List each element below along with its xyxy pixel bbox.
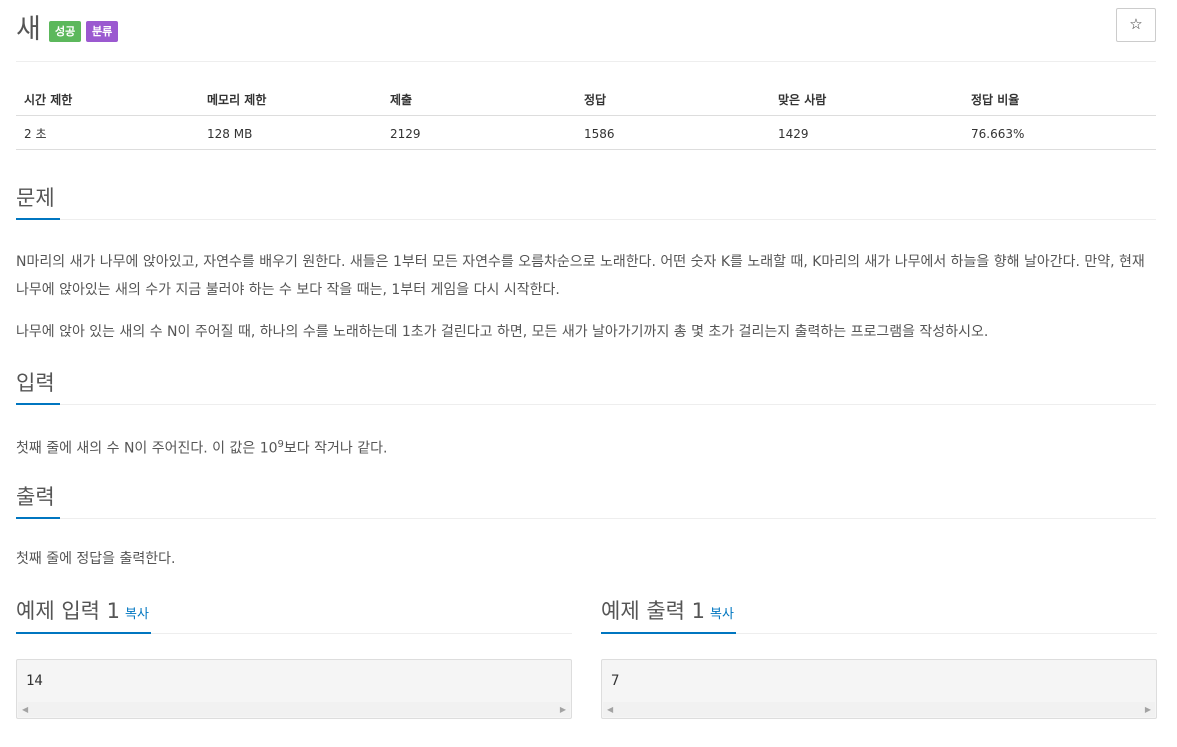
problem-title: 새 [16,14,42,45]
description-heading: 문제 [16,184,1156,220]
description-title: 문제 [16,184,60,220]
favorite-button[interactable]: ☆ [1116,8,1156,42]
output-heading: 출력 [16,483,1156,519]
memory-limit-value: 128 MB [207,127,253,141]
time-limit-value: 2 초 [24,127,47,141]
header-memory-limit: 메모리 제한 [207,93,267,107]
solved-users-value: 1429 [778,127,809,141]
table-row: 2 초 128 MB 2129 1586 1429 76.663% [16,116,1156,150]
accepted-value: 1586 [584,127,615,141]
problem-header: 새 성공 분류 ☆ [16,0,1156,62]
star-icon: ☆ [1129,15,1143,33]
sample-output-title: 예제 출력 1 [601,599,705,623]
input-text: 첫째 줄에 새의 수 N이 주어진다. 이 값은 10 [16,440,278,457]
description-paragraph: 나무에 앉아 있는 새의 수 N이 주어질 때, 하나의 수를 노래하는데 1초… [16,324,989,340]
header-solved-users: 맞은 사람 [778,93,827,107]
header-accepted: 정답 [584,93,607,107]
success-badge[interactable]: 성공 [49,21,82,42]
sample-output-heading: 예제 출력 1 복사 [601,595,1157,634]
table-header-row: 시간 제한 메모리 제한 제출 정답 맞은 사람 정답 비율 [16,84,1156,116]
sample-input-box[interactable]: 14 ◀ ▶ [16,659,572,719]
input-title: 입력 [16,369,60,405]
header-time-limit: 시간 제한 [24,93,73,107]
scroll-right-arrow-icon[interactable]: ▶ [560,705,566,714]
problem-info-table: 시간 제한 메모리 제한 제출 정답 맞은 사람 정답 비율 2 초 128 M… [16,84,1156,150]
horizontal-scrollbar[interactable]: ◀ ▶ [18,702,570,717]
description-paragraph: N마리의 새가 나무에 앉아있고, 자연수를 배우기 원한다. 새들은 1부터 … [16,254,1145,298]
sample-input-heading: 예제 입력 1 복사 [16,595,572,634]
header-accept-ratio: 정답 비율 [971,93,1020,107]
sample-input-panel: 예제 입력 1 복사 14 ◀ ▶ [16,595,572,719]
scroll-left-arrow-icon[interactable]: ◀ [22,705,28,714]
input-heading: 입력 [16,369,1156,405]
sample-output-content: 7 [611,673,620,689]
sample-input-content: 14 [26,673,43,689]
copy-sample-output-button[interactable]: 복사 [710,607,734,622]
header-submissions: 제출 [390,93,413,107]
output-description: 첫째 줄에 정답을 출력한다. [16,551,176,567]
scroll-left-arrow-icon[interactable]: ◀ [607,705,613,714]
horizontal-scrollbar[interactable]: ◀ ▶ [603,702,1155,717]
category-badge[interactable]: 분류 [86,21,119,42]
scroll-right-arrow-icon[interactable]: ▶ [1145,705,1151,714]
input-text-end: 보다 작거나 같다. [283,440,388,457]
accept-ratio-value: 76.663% [971,127,1025,141]
sample-output-panel: 예제 출력 1 복사 7 ◀ ▶ [601,595,1157,719]
sample-output-box[interactable]: 7 ◀ ▶ [601,659,1157,719]
output-title: 출력 [16,483,60,519]
submissions-value: 2129 [390,127,421,141]
input-description: 첫째 줄에 새의 수 N이 주어진다. 이 값은 109보다 작거나 같다. [16,431,1158,463]
copy-sample-input-button[interactable]: 복사 [125,607,149,622]
problem-page: 새 성공 분류 ☆ 시간 제한 메모리 제한 제출 정답 맞은 사람 정답 비율… [0,0,1177,747]
sample-input-title: 예제 입력 1 [16,599,120,623]
